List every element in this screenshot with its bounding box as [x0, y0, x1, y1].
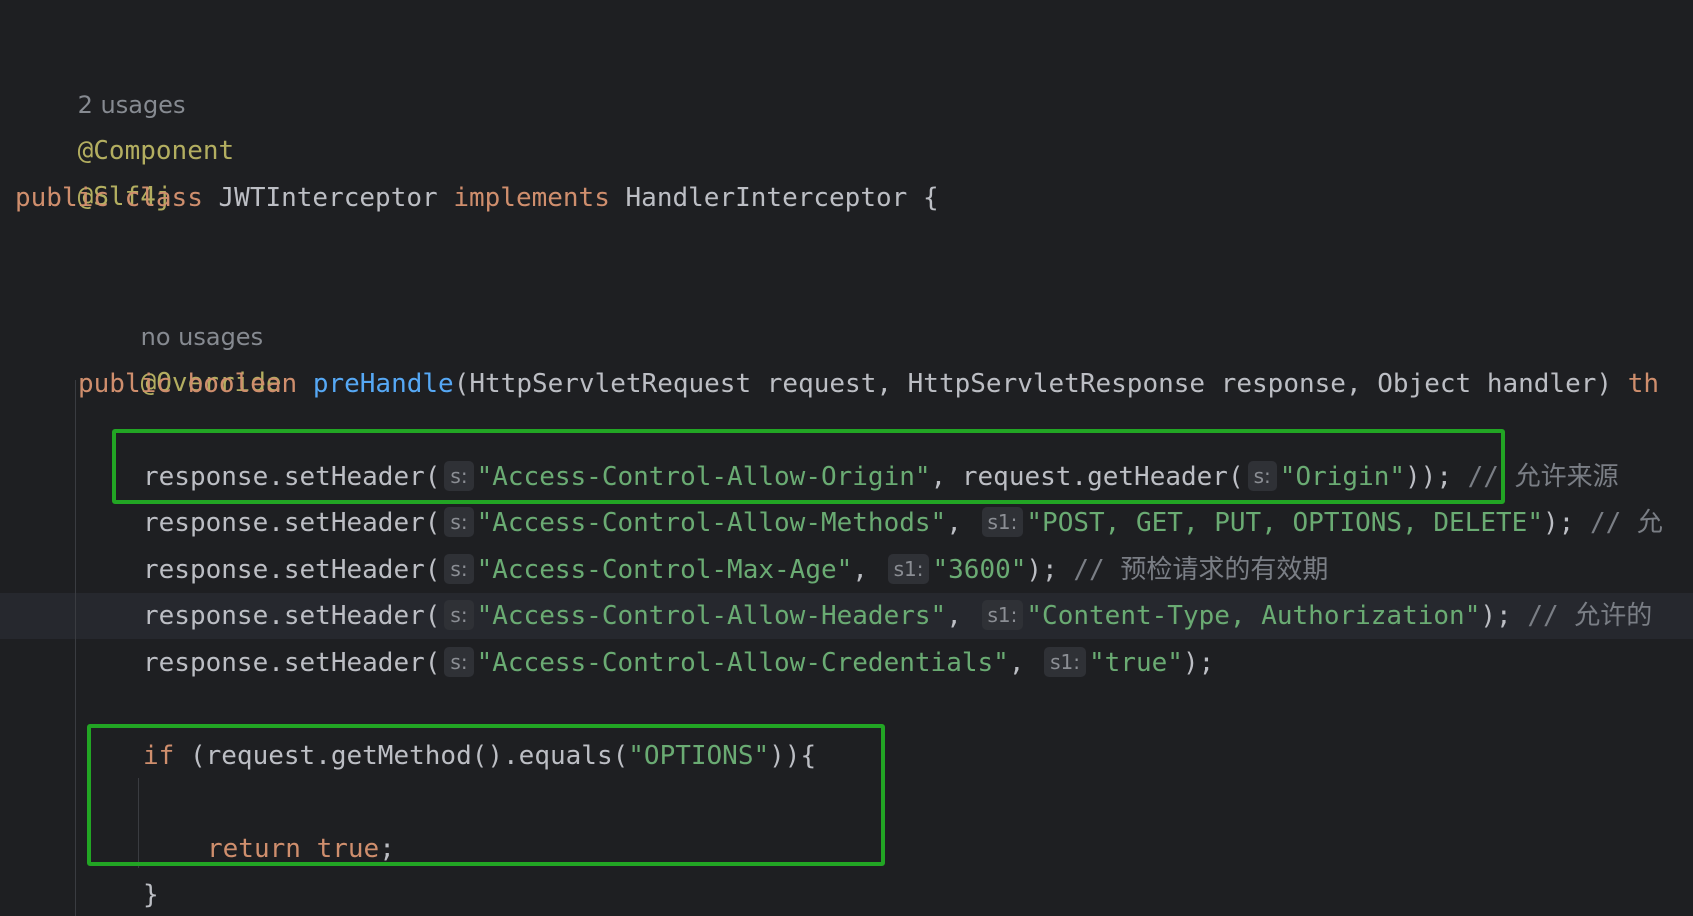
- param-hint: s:: [444, 554, 474, 584]
- code-line-close-brace: }: [143, 872, 159, 916]
- if-close-brace: }: [143, 880, 159, 910]
- call-end: );: [1182, 648, 1215, 678]
- line-comment: // 允: [1589, 508, 1663, 538]
- class-name: JWTInterceptor: [218, 183, 438, 213]
- class-usages-hint[interactable]: 2 usages: [15, 36, 186, 119]
- interface-name: HandlerInterceptor: [625, 183, 908, 213]
- header-value-string: "3600": [932, 555, 1027, 585]
- param-hint: s:: [444, 600, 474, 630]
- param-hint: s1:: [981, 507, 1024, 537]
- line-comment: // 预检请求的有效期: [1073, 555, 1329, 585]
- keyword-class: class: [124, 183, 203, 213]
- header-name-string: "Access-Control-Max-Age": [476, 555, 853, 585]
- keyword-boolean: boolean: [187, 369, 298, 399]
- code-line-component: @Component: [15, 82, 235, 166]
- call-end: );: [1480, 601, 1512, 631]
- set-header-call: response.setHeader(: [143, 555, 441, 585]
- param-hint: s1:: [1044, 647, 1087, 677]
- argument-separator: ,: [852, 555, 884, 585]
- argument-separator: ,: [946, 508, 978, 538]
- header-value-string: "true": [1089, 648, 1183, 678]
- method-name: preHandle: [312, 369, 454, 399]
- header-name-string: "Access-Control-Allow-Headers": [476, 601, 947, 631]
- code-line-set-header: response.setHeader(s: "Access-Control-All…: [143, 593, 1652, 639]
- keyword-implements: implements: [453, 183, 610, 213]
- call-end: );: [1026, 555, 1058, 585]
- param-hint: s:: [444, 507, 474, 537]
- set-header-call: response.setHeader(: [143, 648, 441, 678]
- header-value-string: "POST, GET, PUT, OPTIONS, DELETE": [1026, 508, 1543, 538]
- code-line-class-decl: public class JWTInterceptor implements H…: [15, 175, 939, 221]
- highlight-box-options: [87, 724, 885, 866]
- set-header-call: response.setHeader(: [143, 601, 441, 631]
- method-usages-hint[interactable]: no usages: [78, 268, 263, 351]
- highlight-box-origin: [112, 429, 1505, 504]
- code-line-method-decl: public boolean preHandle(HttpServletRequ…: [78, 361, 1659, 407]
- argument-separator: ,: [1008, 648, 1041, 678]
- param-hint: s1:: [887, 554, 930, 584]
- indent-guide-method: [75, 380, 76, 916]
- code-line-set-header: response.setHeader(s: "Access-Control-Max…: [143, 547, 1328, 593]
- keyword-public: public: [78, 369, 172, 399]
- line-comment: // 允许的: [1527, 601, 1653, 631]
- header-name-string: "Access-Control-Allow-Methods": [476, 508, 947, 538]
- param-hint: s1:: [981, 600, 1024, 630]
- header-value-string: "Content-Type, Authorization": [1026, 601, 1481, 631]
- method-params: (HttpServletRequest request, HttpServlet…: [453, 369, 1613, 399]
- code-line-set-header: response.setHeader(s: "Access-Control-All…: [143, 640, 1214, 686]
- header-name-string: "Access-Control-Allow-Credentials": [476, 648, 1009, 678]
- code-line-slf4j: @Slf4j: [15, 128, 172, 212]
- param-hint: s:: [444, 647, 474, 677]
- keyword-public: public: [15, 183, 109, 213]
- code-editor[interactable]: 2 usages @Component @Slf4j public class …: [0, 0, 1693, 916]
- argument-separator: ,: [946, 601, 978, 631]
- set-header-call: response.setHeader(: [143, 508, 441, 538]
- code-line-set-header: response.setHeader(s: "Access-Control-All…: [143, 500, 1663, 546]
- code-line-override: @Override: [78, 314, 282, 398]
- keyword-throws-fragment: th: [1627, 369, 1660, 399]
- class-open-brace: {: [922, 183, 939, 213]
- call-end: );: [1542, 508, 1575, 538]
